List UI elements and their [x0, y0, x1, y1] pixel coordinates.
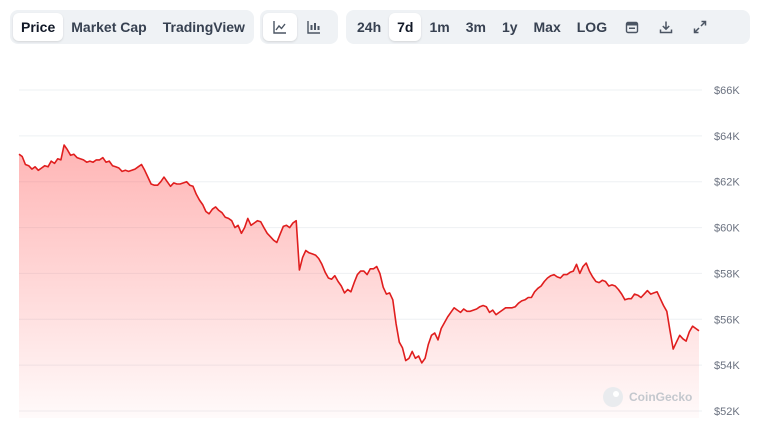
- price-chart[interactable]: $52K $54K $56K $58K $60K $62K $64K $66K CoinGec…: [0, 50, 762, 439]
- range-24h[interactable]: 24h: [349, 13, 389, 41]
- y-tick-label: $54K: [714, 360, 740, 372]
- y-axis-ticks: $52K $54K $56K $58K $60K $62K $64K $66K: [714, 85, 740, 418]
- y-tick-label: $64K: [714, 131, 740, 143]
- y-tick-label: $58K: [714, 268, 740, 280]
- range-max[interactable]: Max: [526, 13, 569, 41]
- download-icon[interactable]: [649, 13, 683, 41]
- line-chart-icon[interactable]: [263, 13, 297, 41]
- range-7d[interactable]: 7d: [389, 13, 422, 41]
- y-tick-label: $62K: [714, 177, 740, 189]
- range-1m[interactable]: 1m: [421, 13, 457, 41]
- time-range-tabs: 24h 7d 1m 3m 1y Max LOG: [346, 10, 750, 44]
- chart-view-toggle: [260, 10, 338, 44]
- y-tick-label: $52K: [714, 406, 740, 418]
- range-1y[interactable]: 1y: [494, 13, 526, 41]
- fullscreen-icon[interactable]: [683, 13, 717, 41]
- log-scale-toggle[interactable]: LOG: [569, 13, 615, 41]
- chart-toolbar: Price Market Cap TradingView 24h 7d 1m 3…: [10, 10, 750, 44]
- y-tick-label: $66K: [714, 85, 740, 97]
- chart-type-tabs: Price Market Cap TradingView: [10, 10, 254, 44]
- tab-market-cap[interactable]: Market Cap: [63, 13, 154, 41]
- watermark-text: CoinGecko: [629, 390, 692, 404]
- tab-tradingview[interactable]: TradingView: [155, 13, 253, 41]
- tab-price[interactable]: Price: [13, 13, 64, 41]
- coingecko-logo-icon: [603, 387, 623, 407]
- candlestick-chart-icon[interactable]: [297, 13, 331, 41]
- y-tick-label: $60K: [714, 223, 740, 235]
- y-tick-label: $56K: [714, 314, 740, 326]
- range-3m[interactable]: 3m: [458, 13, 494, 41]
- calendar-icon[interactable]: [615, 13, 649, 41]
